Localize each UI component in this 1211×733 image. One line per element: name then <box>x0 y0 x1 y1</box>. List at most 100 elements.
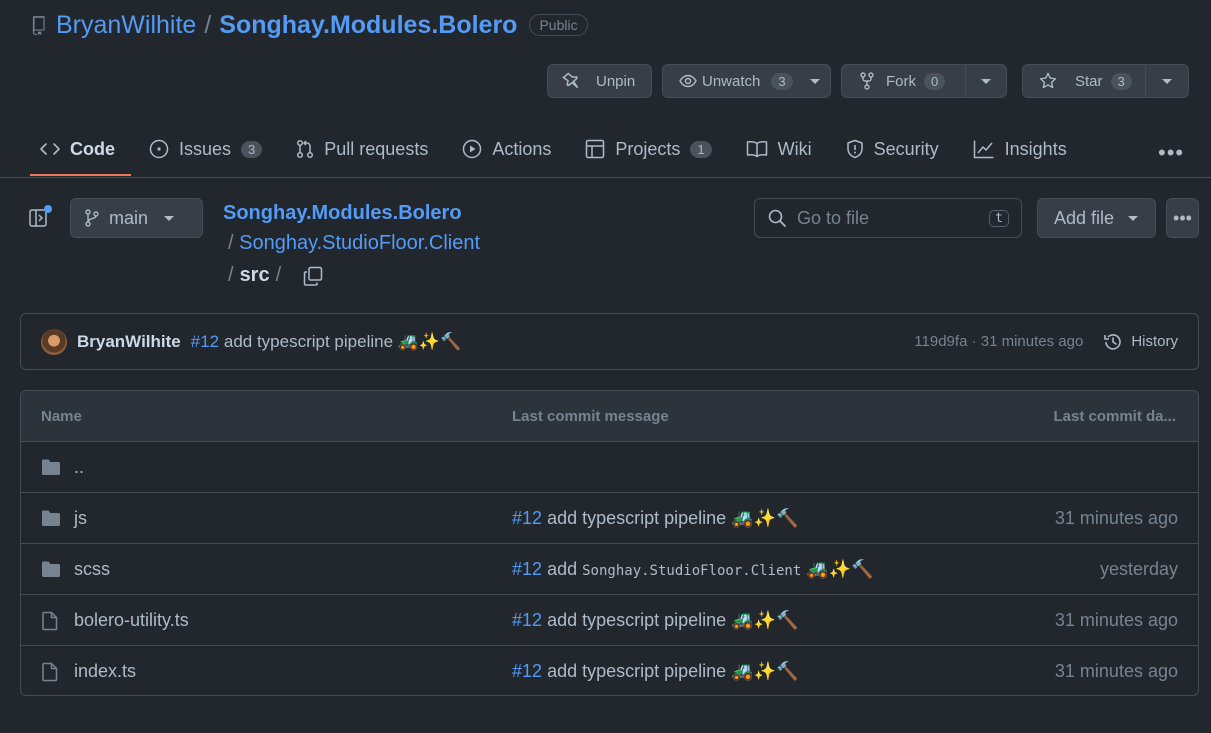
commit-issue-link[interactable]: #12 <box>512 661 542 681</box>
commit-message-text[interactable]: add <box>547 559 577 579</box>
star-dropdown-button[interactable] <box>1146 65 1188 97</box>
issue-icon <box>149 139 169 159</box>
unwatch-label: Unwatch <box>702 72 761 90</box>
go-to-file-input[interactable]: Go to file t <box>754 198 1022 238</box>
column-name: Name <box>41 407 82 425</box>
folder-icon <box>41 458 61 476</box>
file-name-link[interactable]: bolero-utility.ts <box>74 610 189 631</box>
repo-owner-link[interactable]: BryanWilhite <box>56 11 196 40</box>
breadcrumb-separator: / <box>228 232 234 254</box>
add-file-button[interactable]: Add file <box>1037 198 1156 238</box>
tab-label: Actions <box>492 138 552 159</box>
chevron-down-icon <box>164 215 175 221</box>
commit-message-text[interactable]: add typescript pipeline 🚜✨🔨 <box>547 661 798 681</box>
commit-hash-link[interactable]: 119d9fa <box>914 333 967 350</box>
table-row[interactable]: index.ts #12 add typescript pipeline 🚜✨🔨… <box>21 646 1198 695</box>
history-label: History <box>1131 333 1178 350</box>
star-button-group: Star 3 <box>1022 64 1189 98</box>
fork-icon <box>860 72 874 90</box>
star-count: 3 <box>1110 72 1132 90</box>
commit-issue-link[interactable]: #12 <box>512 508 542 528</box>
breadcrumb-root-link[interactable]: Songhay.Modules.Bolero <box>223 202 462 225</box>
commit-time: 31 minutes ago <box>980 333 1084 350</box>
shortcut-key: t <box>989 209 1009 227</box>
commit-issue-link[interactable]: #12 <box>191 332 219 351</box>
kebab-icon: ••• <box>1173 207 1192 228</box>
chevron-down-icon <box>1128 215 1139 221</box>
projects-count: 1 <box>690 140 712 158</box>
tab-divider <box>0 177 1211 178</box>
tab-code[interactable]: Code <box>30 126 131 176</box>
tab-issues[interactable]: Issues 3 <box>139 126 278 172</box>
commit-message-text[interactable]: add typescript pipeline 🚜✨🔨 <box>547 508 798 528</box>
commit-message-text[interactable]: add typescript pipeline 🚜✨🔨 <box>547 610 798 630</box>
breadcrumb-current: / src / <box>228 264 323 287</box>
commit-message: #12 add typescript pipeline 🚜✨🔨 <box>512 661 798 682</box>
parent-directory-row[interactable]: .. <box>21 442 1198 493</box>
fork-dropdown-button[interactable] <box>966 65 1006 97</box>
commit-message: #12 add typescript pipeline 🚜✨🔨 <box>512 610 798 631</box>
file-icon <box>41 662 59 682</box>
chevron-down-icon <box>1162 78 1172 84</box>
meta-separator: · <box>971 333 977 350</box>
table-row[interactable]: bolero-utility.ts #12 add typescript pip… <box>21 595 1198 646</box>
branch-selector-button[interactable]: main <box>70 198 203 238</box>
repo-tabs: Code Issues 3 Pull requests Actions Proj… <box>30 126 1091 176</box>
more-options-button[interactable]: ••• <box>1166 198 1199 238</box>
column-message: Last commit message <box>512 407 669 425</box>
folder-icon <box>41 560 61 578</box>
commit-date: 31 minutes ago <box>1054 661 1178 681</box>
watch-count: 3 <box>771 72 793 90</box>
pull-request-icon <box>296 139 314 159</box>
commit-message: #12 add Songhay.StudioFloor.Client 🚜✨🔨 <box>512 559 874 580</box>
file-icon <box>41 611 59 631</box>
unpin-label: Unpin <box>596 72 636 90</box>
tab-label: Projects <box>615 138 681 159</box>
tab-wiki[interactable]: Wiki <box>736 126 828 172</box>
unpin-button[interactable]: Unpin <box>547 64 652 98</box>
commit-message-text[interactable]: add typescript pipeline 🚜✨🔨 <box>224 332 461 351</box>
commit-message-emoji: 🚜✨🔨 <box>806 558 874 579</box>
file-name-link[interactable]: js <box>74 508 87 529</box>
chevron-down-icon <box>809 78 820 84</box>
latest-commit-bar: BryanWilhite #12 add typescript pipeline… <box>20 313 1199 370</box>
breadcrumb: / Songhay.StudioFloor.Client <box>228 232 480 255</box>
commit-issue-link[interactable]: #12 <box>512 610 542 630</box>
fork-button[interactable]: Fork 0 <box>842 65 965 97</box>
folder-icon <box>41 509 61 527</box>
branch-name: main <box>109 207 149 228</box>
branch-icon <box>85 209 99 227</box>
file-name-link[interactable]: index.ts <box>74 661 136 682</box>
breadcrumb-separator: / <box>275 264 282 286</box>
file-name-link[interactable]: scss <box>74 559 110 580</box>
issues-count: 3 <box>241 140 263 158</box>
breadcrumb-folder-link[interactable]: Songhay.StudioFloor.Client <box>239 232 480 254</box>
tab-label: Code <box>70 138 115 159</box>
history-button[interactable]: History <box>1103 332 1178 352</box>
repo-name-link[interactable]: Songhay.Modules.Bolero <box>219 11 517 40</box>
graph-icon <box>973 139 995 159</box>
sidebar-toggle-icon[interactable] <box>28 205 52 229</box>
more-tabs-button[interactable]: ••• <box>1158 140 1184 166</box>
tab-pull-requests[interactable]: Pull requests <box>286 126 444 172</box>
commit-author-link[interactable]: BryanWilhite <box>77 332 181 352</box>
parent-directory-link[interactable]: .. <box>74 457 84 478</box>
tab-projects[interactable]: Projects 1 <box>575 126 727 172</box>
table-row[interactable]: scss #12 add Songhay.StudioFloor.Client … <box>21 544 1198 595</box>
commit-date: yesterday <box>1099 558 1178 579</box>
copy-path-icon[interactable] <box>303 266 323 286</box>
tab-actions[interactable]: Actions <box>452 126 567 172</box>
tab-insights[interactable]: Insights <box>963 126 1083 172</box>
commit-message: #12 add typescript pipeline 🚜✨🔨 <box>512 508 798 529</box>
breadcrumb-current-folder: src <box>239 264 270 286</box>
table-row[interactable]: js #12 add typescript pipeline 🚜✨🔨 31 mi… <box>21 493 1198 544</box>
table-header: Name Last commit message Last commit da.… <box>21 391 1198 442</box>
commit-date: 31 minutes ago <box>1054 507 1178 528</box>
commit-message-code[interactable]: Songhay.StudioFloor.Client <box>582 563 801 579</box>
star-icon <box>1039 72 1057 90</box>
avatar[interactable] <box>41 328 67 355</box>
unwatch-button[interactable]: Unwatch 3 <box>662 64 831 98</box>
commit-issue-link[interactable]: #12 <box>512 559 542 579</box>
star-button[interactable]: Star 3 <box>1023 65 1145 97</box>
tab-security[interactable]: Security <box>836 126 955 172</box>
